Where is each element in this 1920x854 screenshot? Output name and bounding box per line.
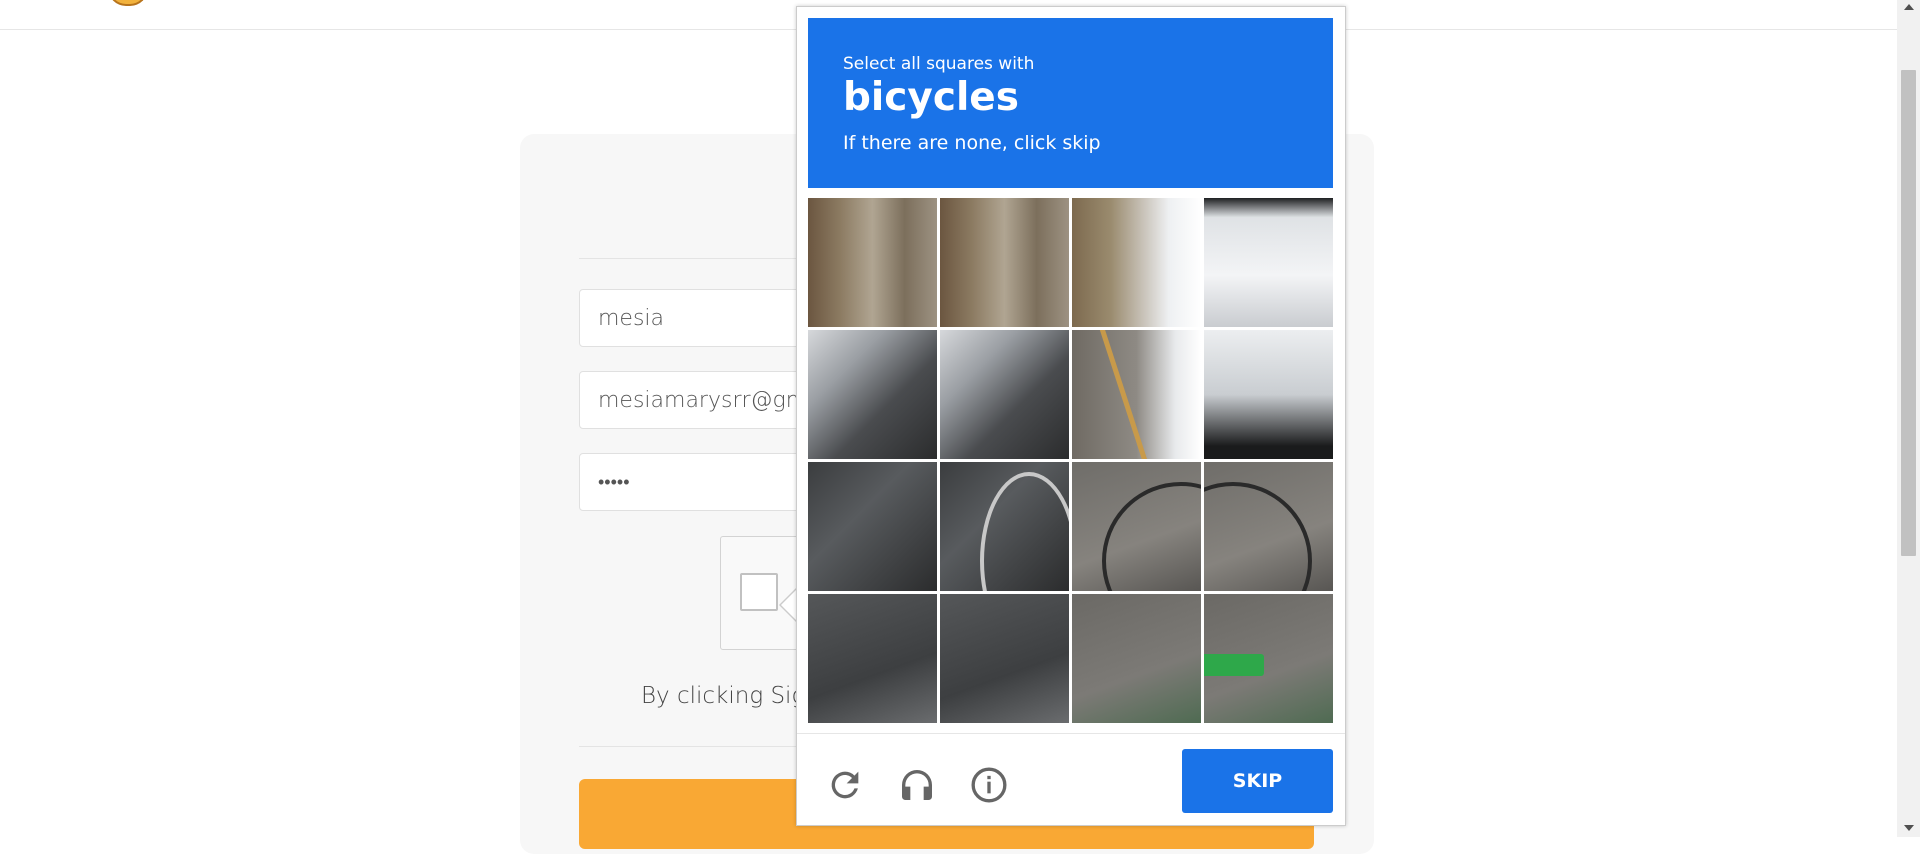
image-tile[interactable]: [1204, 462, 1333, 591]
image-tile[interactable]: [1072, 462, 1201, 591]
image-tile[interactable]: [940, 198, 1069, 327]
challenge-skip-hint: If there are none, click skip: [843, 132, 1101, 154]
site-logo[interactable]: [108, 0, 148, 6]
image-tile[interactable]: [1072, 330, 1201, 459]
scroll-down-arrow-icon[interactable]: [1904, 825, 1914, 831]
challenge-target-object: bicycles: [843, 75, 1019, 120]
bicycle-wheel-shape: [1204, 482, 1312, 591]
terms-text: By clicking Sign: [641, 683, 820, 709]
image-grid: [808, 198, 1333, 723]
headphones-icon[interactable]: [895, 763, 939, 807]
image-tile[interactable]: [1072, 594, 1201, 723]
vertical-scrollbar[interactable]: [1897, 0, 1920, 837]
broom-head-shape: [1204, 654, 1264, 676]
reload-icon[interactable]: [823, 763, 867, 807]
image-tile[interactable]: [940, 330, 1069, 459]
image-tile[interactable]: [940, 462, 1069, 591]
image-tile[interactable]: [1204, 330, 1333, 459]
captcha-challenge-popup: Select all squares with bicycles If ther…: [796, 6, 1346, 826]
image-tile[interactable]: [1072, 198, 1201, 327]
scroll-up-arrow-icon[interactable]: [1904, 4, 1914, 10]
image-tile[interactable]: [1204, 198, 1333, 327]
challenge-footer-divider: [797, 733, 1345, 734]
car-fender-shape: [980, 472, 1069, 591]
skip-button[interactable]: SKIP: [1182, 749, 1333, 813]
broom-handle-shape: [1094, 330, 1201, 459]
info-icon[interactable]: [967, 763, 1011, 807]
image-tile[interactable]: [808, 198, 937, 327]
recaptcha-checkbox[interactable]: [740, 573, 778, 611]
password-field-value: •••••: [598, 471, 630, 493]
challenge-instruction: Select all squares with: [843, 54, 1035, 74]
bicycle-wheel-shape: [1102, 482, 1201, 591]
image-tile[interactable]: [808, 594, 937, 723]
image-tile[interactable]: [808, 462, 937, 591]
email-field-value: mesiamarysrr@gm: [598, 387, 808, 413]
challenge-header: Select all squares with bicycles If ther…: [808, 18, 1333, 188]
image-tile[interactable]: [1204, 594, 1333, 723]
image-tile[interactable]: [808, 330, 937, 459]
scrollbar-thumb[interactable]: [1901, 70, 1916, 556]
name-field-value: mesia: [598, 305, 665, 331]
image-tile[interactable]: [940, 594, 1069, 723]
